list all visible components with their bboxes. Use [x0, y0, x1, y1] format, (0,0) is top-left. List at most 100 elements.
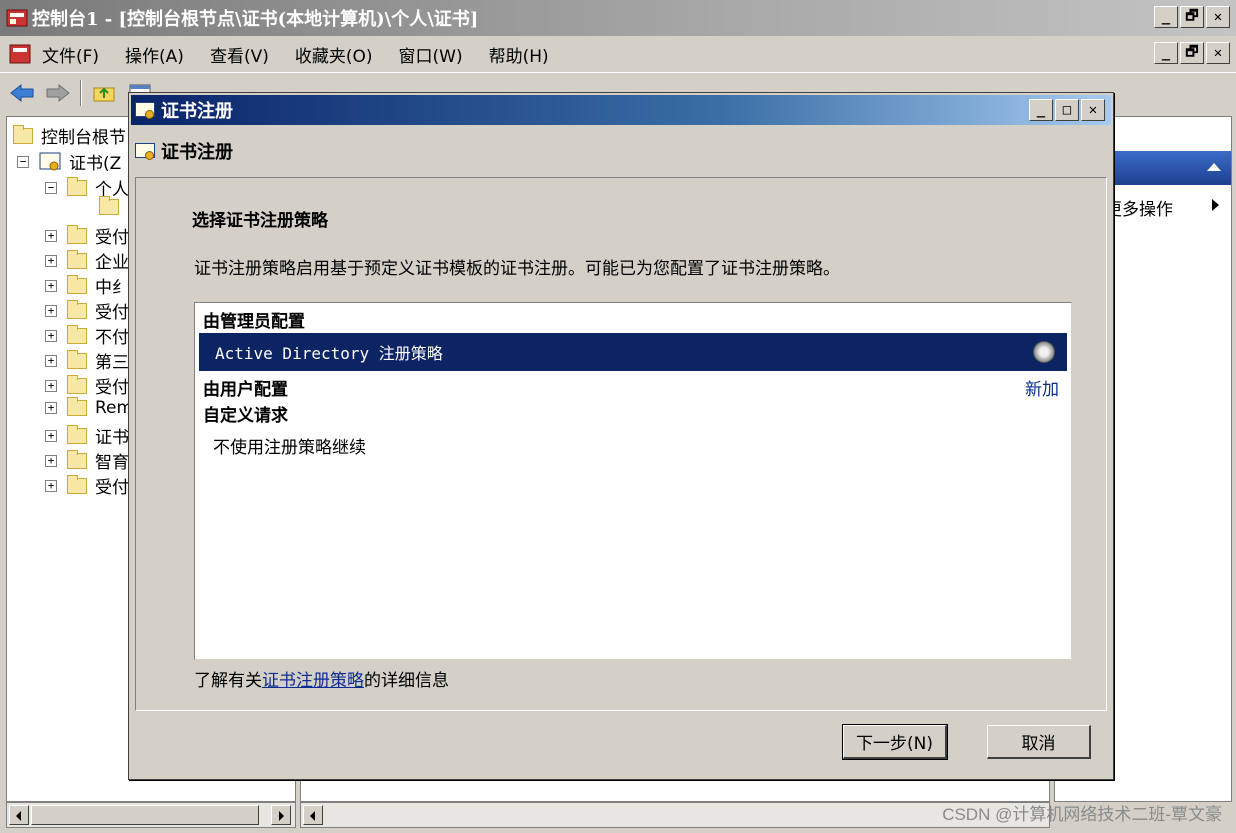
menu-favorites[interactable]: 收藏夹(O)	[295, 42, 373, 67]
next-button[interactable]: 下一步(N)	[842, 724, 948, 760]
close-button[interactable]: ✕	[1206, 6, 1230, 28]
proceed-without-policy-item[interactable]: 不使用注册策略继续	[213, 433, 366, 458]
enrollment-policy-list: 由管理员配置 Active Directory 注册策略 由用户配置 新加 自定…	[194, 302, 1072, 660]
folder-icon	[67, 274, 87, 294]
tree-item-store[interactable]: + 受付	[45, 298, 129, 323]
tree-item-store[interactable]: + 不付	[45, 323, 129, 348]
tree-item-label: 受付	[95, 303, 129, 323]
custom-request-label: 自定义请求	[203, 406, 288, 426]
tree-item-store[interactable]: + 智育	[45, 448, 129, 473]
page-title: 选择证书注册策略	[192, 211, 328, 231]
menu-action[interactable]: 操作(A)	[125, 42, 184, 67]
certificate-enrollment-dialog: 证书注册 _ □ ✕ 证书注册 选择证书注册策略 证书注册策略启用基于预定义证书…	[128, 92, 1114, 780]
main-window-controls: _ 🗗 ✕	[1154, 6, 1230, 28]
expand-icon[interactable]: +	[45, 402, 57, 414]
expand-icon[interactable]: +	[45, 254, 57, 267]
ad-enrollment-policy-item[interactable]: Active Directory 注册策略	[199, 333, 1067, 371]
expand-icon[interactable]: +	[45, 429, 57, 442]
expand-icon[interactable]: +	[45, 379, 57, 392]
folder-icon	[67, 474, 87, 494]
tree-item-root[interactable]: 控制台根节	[13, 123, 126, 148]
child-close-button[interactable]: ✕	[1206, 42, 1230, 64]
tree-item-store[interactable]: + 中纟	[45, 273, 129, 298]
enrollment-policy-help-link[interactable]: 证书注册策略	[262, 671, 364, 691]
tree-item-label: 智育	[95, 453, 129, 473]
folder-icon	[67, 397, 87, 416]
folder-icon	[67, 349, 87, 369]
tree-item-store[interactable]: + 受付	[45, 373, 129, 398]
dialog-close-button[interactable]: ✕	[1081, 99, 1105, 121]
dialog-maximize-button[interactable]: □	[1055, 99, 1079, 121]
main-window-titlebar[interactable]: 控制台1 - [控制台根节点\证书(本地计算机)\个人\证书] _ 🗗 ✕	[0, 0, 1236, 36]
folder-icon	[67, 176, 87, 196]
tree-item-label: 证书	[95, 428, 129, 448]
more-actions-item[interactable]: 更多操作	[1105, 195, 1173, 220]
policy-name: Active Directory 注册策略	[215, 344, 443, 363]
folder-icon	[67, 424, 87, 444]
tree-item-personal[interactable]: − 个人	[45, 175, 129, 200]
tree-item-personal-certs[interactable]	[99, 196, 127, 215]
menu-view[interactable]: 查看(V)	[210, 42, 269, 67]
scroll-left-button[interactable]	[9, 805, 29, 825]
expand-icon[interactable]: +	[45, 304, 57, 317]
user-configured-label: 由用户配置	[203, 380, 288, 400]
menu-file[interactable]: 文件(F)	[42, 42, 99, 67]
dialog-minimize-button[interactable]: _	[1029, 99, 1053, 121]
expand-icon[interactable]: +	[45, 279, 57, 292]
tree-item-store[interactable]: + 受付	[45, 223, 129, 248]
up-folder-icon[interactable]	[90, 81, 118, 105]
expand-icon[interactable]: +	[45, 229, 57, 242]
tree-item-label: 企业	[95, 253, 129, 273]
tree-item-store[interactable]: + 企业	[45, 248, 129, 273]
console-icon	[9, 44, 31, 64]
certificate-store-icon	[39, 152, 61, 170]
child-minimize-button[interactable]: _	[1154, 42, 1178, 64]
folder-icon	[67, 249, 87, 269]
submenu-arrow-icon	[1212, 199, 1219, 211]
minimize-button[interactable]: _	[1154, 6, 1178, 28]
page-description: 证书注册策略启用基于预定义证书模板的证书注册。可能已为您配置了证书注册策略。	[194, 259, 840, 279]
back-icon[interactable]	[8, 81, 36, 105]
scroll-thumb[interactable]	[31, 805, 259, 825]
scroll-left-button[interactable]	[303, 805, 323, 825]
tree-hscrollbar[interactable]	[6, 802, 296, 828]
forward-icon[interactable]	[44, 81, 72, 105]
scroll-right-button[interactable]	[271, 805, 291, 825]
tree-item-store[interactable]: + 证书	[45, 423, 129, 448]
tree-item-store[interactable]: + 受付	[45, 473, 129, 498]
admin-configured-label: 由管理员配置	[203, 312, 305, 332]
dialog-window-controls: _ □ ✕	[1029, 99, 1105, 121]
folder-icon	[99, 196, 119, 215]
dialog-titlebar[interactable]: 证书注册 _ □ ✕	[131, 95, 1111, 125]
tree-item-label: 控制台根节	[41, 128, 126, 148]
dialog-title: 证书注册	[161, 101, 233, 122]
folder-icon	[67, 299, 87, 319]
menubar: 文件(F) 操作(A) 查看(V) 收藏夹(O) 窗口(W) 帮助(H) _ 🗗…	[0, 36, 1236, 72]
tree-item-label: 受付	[95, 378, 129, 398]
learn-suffix: 的详细信息	[364, 671, 449, 691]
tree-item-store[interactable]: + 第三	[45, 348, 129, 373]
restore-button[interactable]: 🗗	[1180, 6, 1204, 28]
wizard-header: 证书注册	[131, 127, 1111, 175]
tree-item-store[interactable]: + Rem	[45, 397, 133, 418]
add-policy-link[interactable]: 新加	[1025, 375, 1059, 400]
expand-icon[interactable]: +	[45, 329, 57, 342]
expand-icon[interactable]: +	[45, 479, 57, 492]
menu-window[interactable]: 窗口(W)	[399, 42, 463, 67]
tree-item-certificates[interactable]: − 证书(Z	[17, 149, 121, 174]
tree-item-label: 证书(Z	[69, 154, 122, 174]
tree-item-label: 第三	[95, 353, 129, 373]
toolbar-separator	[80, 79, 82, 106]
watermark: CSDN @计算机网络技术二班-覃文豪	[942, 805, 1222, 824]
cancel-button[interactable]: 取消	[987, 725, 1091, 759]
child-restore-button[interactable]: 🗗	[1180, 42, 1204, 64]
expand-icon[interactable]: +	[45, 354, 57, 367]
certificate-icon	[135, 141, 157, 161]
collapse-icon[interactable]: −	[17, 155, 29, 168]
mmc-app-icon	[6, 9, 28, 27]
results-hscrollbar[interactable]	[300, 802, 1050, 828]
expand-icon[interactable]: +	[45, 454, 57, 467]
menu-help[interactable]: 帮助(H)	[489, 42, 549, 67]
collapse-up-icon[interactable]	[1207, 163, 1221, 171]
collapse-icon[interactable]: −	[45, 181, 57, 194]
